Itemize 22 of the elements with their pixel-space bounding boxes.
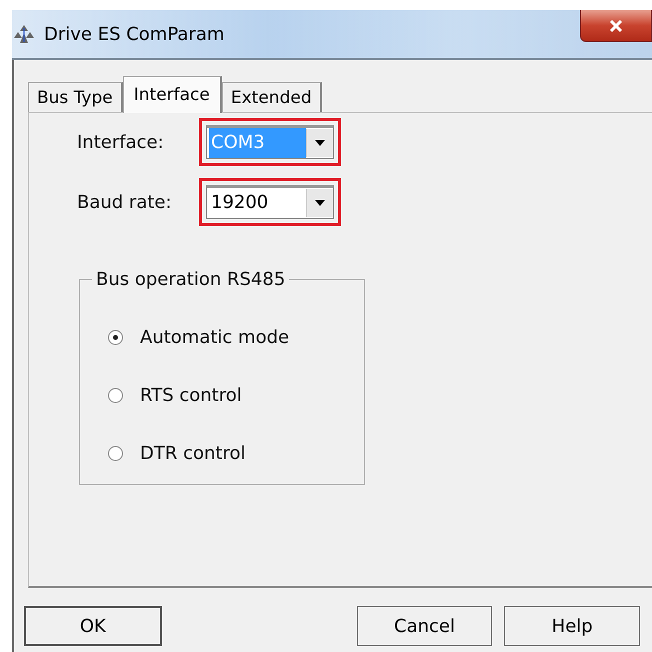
radio-label: DTR control (140, 442, 246, 464)
close-button[interactable] (580, 10, 652, 42)
dialog-button[interactable]: Cancel (356, 606, 492, 646)
radio-label: Automatic mode (140, 326, 290, 348)
field-label: Baud rate: (77, 192, 173, 212)
radio-label: RTS control (140, 384, 242, 406)
tab[interactable]: Extended (222, 82, 322, 112)
app-icon (14, 24, 34, 44)
dialog-button[interactable]: Help (504, 606, 640, 646)
caret-icon (315, 140, 325, 146)
radio-button[interactable] (108, 388, 123, 402)
field-label: Interface: (77, 132, 165, 152)
dialog-button[interactable]: OK (24, 606, 162, 646)
dropdown-field[interactable]: 19200 (206, 185, 334, 219)
tab[interactable]: Bus Type (28, 82, 123, 112)
radio-button[interactable] (108, 330, 123, 344)
close-icon (609, 20, 623, 32)
tab[interactable]: Interface (122, 76, 222, 113)
radio-button[interactable] (108, 446, 123, 460)
window-title: Drive ES ComParam (44, 24, 224, 44)
caret-icon (315, 200, 325, 206)
group-title: Bus operation RS485 (92, 269, 290, 290)
